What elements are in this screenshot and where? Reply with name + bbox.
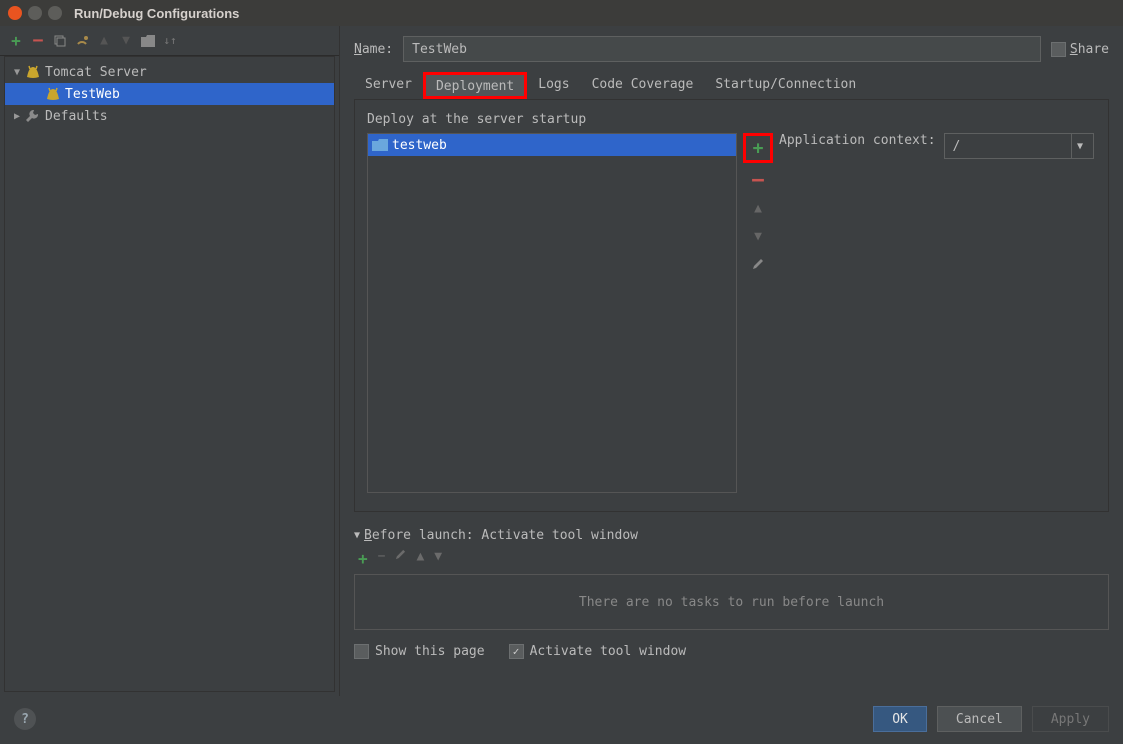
tree-node-testweb[interactable]: TestWeb [5,83,334,105]
remove-artifact-button[interactable]: − [747,169,769,191]
cancel-button[interactable]: Cancel [937,706,1022,732]
tab-startup-connection[interactable]: Startup/Connection [704,72,867,99]
window-maximize-button[interactable] [48,6,62,20]
move-artifact-down-button: ▼ [747,225,769,247]
tree-label: Defaults [45,109,108,124]
add-artifact-button[interactable]: + [747,137,769,159]
before-launch-list[interactable]: There are no tasks to run before launch [354,574,1109,630]
save-template-button[interactable] [74,33,90,49]
deploy-list[interactable]: testweb [367,133,737,493]
tree-node-tomcat-server[interactable]: ▼ Tomcat Server [5,61,334,83]
config-tabs: Server Deployment Logs Code Coverage Sta… [354,72,1109,100]
copy-config-button[interactable] [52,33,68,49]
window-title: Run/Debug Configurations [74,6,239,21]
move-task-down-button: ▼ [434,549,442,568]
tab-logs[interactable]: Logs [527,72,580,99]
ok-button[interactable]: OK [873,706,927,732]
edit-task-button [395,549,406,568]
sidebar: + − ▲ ▼ ↓↑ ▼ Tomcat Server [0,26,340,696]
folder-button[interactable] [140,33,156,49]
checkbox-icon [354,644,369,659]
name-label: Name: [354,42,393,57]
window-titlebar: Run/Debug Configurations [0,0,1123,26]
apply-button: Apply [1032,706,1109,732]
before-launch-section: ▼ Before launch: Activate tool window + … [354,528,1109,659]
tree-node-defaults[interactable]: ▶ Defaults [5,105,334,127]
tab-code-coverage[interactable]: Code Coverage [581,72,705,99]
before-launch-empty: There are no tasks to run before launch [579,595,884,610]
move-down-button: ▼ [118,33,134,49]
tree-label: TestWeb [65,87,120,102]
share-checkbox[interactable]: Share [1051,42,1109,57]
sort-button[interactable]: ↓↑ [162,33,178,49]
activate-label: Activate tool window [530,644,687,659]
wrench-icon [25,109,43,123]
checkbox-checked-icon [509,644,524,659]
sidebar-toolbar: + − ▲ ▼ ↓↑ [0,26,339,56]
folder-icon [372,139,388,151]
tomcat-icon [25,65,43,79]
activate-tool-window-checkbox[interactable]: Activate tool window [509,644,687,659]
checkbox-icon [1051,42,1066,57]
chevron-down-icon: ▼ [11,67,23,78]
move-up-button: ▲ [96,33,112,49]
name-input[interactable] [403,36,1041,62]
tomcat-icon [45,87,63,101]
window-close-button[interactable] [8,6,22,20]
deployment-panel: Deploy at the server startup testweb + − [354,100,1109,512]
remove-config-button[interactable]: − [30,33,46,49]
add-config-button[interactable]: + [8,33,24,49]
add-artifact-highlight: + [743,133,773,163]
add-task-button[interactable]: + [358,549,368,568]
deploy-heading: Deploy at the server startup [367,112,1096,127]
chevron-down-icon: ▼ [354,530,360,541]
deploy-item-testweb[interactable]: testweb [368,134,736,156]
dialog-button-bar: ? OK Cancel Apply [0,696,1123,742]
before-launch-header[interactable]: ▼ Before launch: Activate tool window [354,528,1109,543]
edit-artifact-button[interactable] [747,253,769,275]
tree-label: Tomcat Server [45,65,147,80]
deploy-list-toolbar: + − ▲ ▼ [745,133,771,275]
config-panel: Name: Share Server Deployment Logs Code … [340,26,1123,696]
chevron-down-icon: ▼ [1071,134,1089,158]
config-tree[interactable]: ▼ Tomcat Server TestWeb ▶ Defaults [4,56,335,692]
tab-deployment[interactable]: Deployment [423,72,527,99]
name-label-text: ame: [362,42,393,57]
context-select[interactable]: / ▼ [944,133,1094,159]
remove-task-button: − [378,549,386,568]
move-task-up-button: ▲ [416,549,424,568]
deploy-item-label: testweb [392,138,447,153]
help-button[interactable]: ? [14,708,36,730]
context-label: Application context: [779,133,936,148]
chevron-right-icon: ▶ [11,111,23,122]
context-value: / [953,139,961,154]
show-page-label: Show this page [375,644,485,659]
show-this-page-checkbox[interactable]: Show this page [354,644,485,659]
window-minimize-button[interactable] [28,6,42,20]
move-artifact-up-button: ▲ [747,197,769,219]
before-launch-toolbar: + − ▲ ▼ [354,543,1109,574]
tab-server[interactable]: Server [354,72,423,99]
